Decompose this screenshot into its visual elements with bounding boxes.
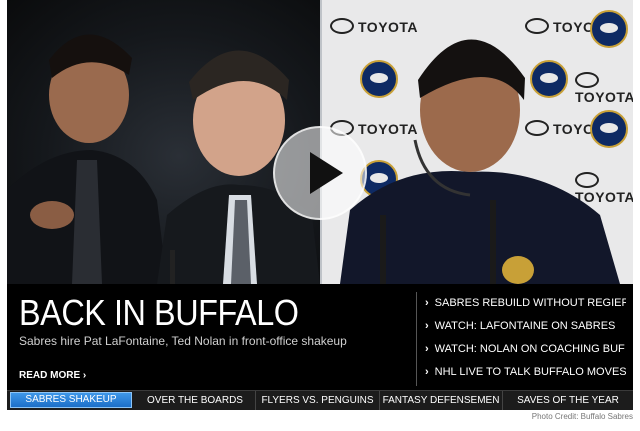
tab-saves-of-the-year[interactable]: SAVES OF THE YEAR [503, 391, 633, 410]
related-link-label: WATCH: LAFONTAINE ON SABRES [434, 320, 616, 332]
read-more-link[interactable]: READ MORE › [19, 370, 86, 381]
tab-fantasy-defensemen[interactable]: FANTASY DEFENSEMEN [380, 391, 503, 410]
play-icon [310, 152, 343, 194]
photo-press-conference: TOYOTA TOYOTA TOYOTA TOYOTA TOYOTA TOYOT… [320, 0, 633, 284]
feature-subhead: Sabres hire Pat LaFontaine, Ted Nolan in… [19, 334, 347, 348]
photo-executives [7, 0, 320, 284]
chevron-right-icon: › [425, 320, 429, 332]
credit-bar: Photo Credit: Buffalo Sabres [7, 410, 633, 431]
related-link-label: WATCH: NOLAN ON COACHING BUF [434, 343, 625, 355]
feature-headline[interactable]: BACK IN BUFFALO [19, 292, 299, 334]
tab-sabres-shakeup[interactable]: SABRES SHAKEUP [10, 392, 132, 408]
coach-silhouette [340, 39, 620, 284]
tab-flyers-vs-penguins[interactable]: FLYERS VS. PENGUINS [256, 391, 380, 410]
photo-credit: Photo Credit: Buffalo Sabres [531, 412, 633, 421]
related-link[interactable]: › NHL LIVE TO TALK BUFFALO MOVES [425, 361, 626, 384]
chevron-right-icon: › [425, 297, 429, 309]
related-link[interactable]: › WATCH: NOLAN ON COACHING BUF [425, 338, 626, 361]
related-links-list: › SABRES REBUILD WITHOUT REGIER › WATCH: L… [416, 292, 626, 386]
feature-panel: BACK IN BUFFALO Sabres hire Pat LaFontai… [7, 284, 633, 390]
related-link-label: NHL LIVE TO TALK BUFFALO MOVES [434, 366, 626, 378]
related-link[interactable]: › WATCH: LAFONTAINE ON SABRES [425, 315, 626, 338]
carousel-tabs: SABRES SHAKEUP OVER THE BOARDS FLYERS VS… [7, 390, 633, 410]
related-link-label: SABRES REBUILD WITHOUT REGIER [434, 297, 626, 309]
chevron-right-icon: › [425, 343, 429, 355]
hero-image[interactable]: TOYOTA TOYOTA TOYOTA TOYOTA TOYOTA TOYOT… [7, 0, 633, 284]
related-link[interactable]: › SABRES REBUILD WITHOUT REGIER [425, 292, 626, 315]
executives-silhouettes [7, 34, 320, 284]
chevron-right-icon: › [425, 366, 429, 378]
featured-video-widget: TOYOTA TOYOTA TOYOTA TOYOTA TOYOTA TOYOT… [7, 0, 633, 431]
tab-over-the-boards[interactable]: OVER THE BOARDS [135, 391, 256, 410]
play-button[interactable] [273, 126, 367, 220]
